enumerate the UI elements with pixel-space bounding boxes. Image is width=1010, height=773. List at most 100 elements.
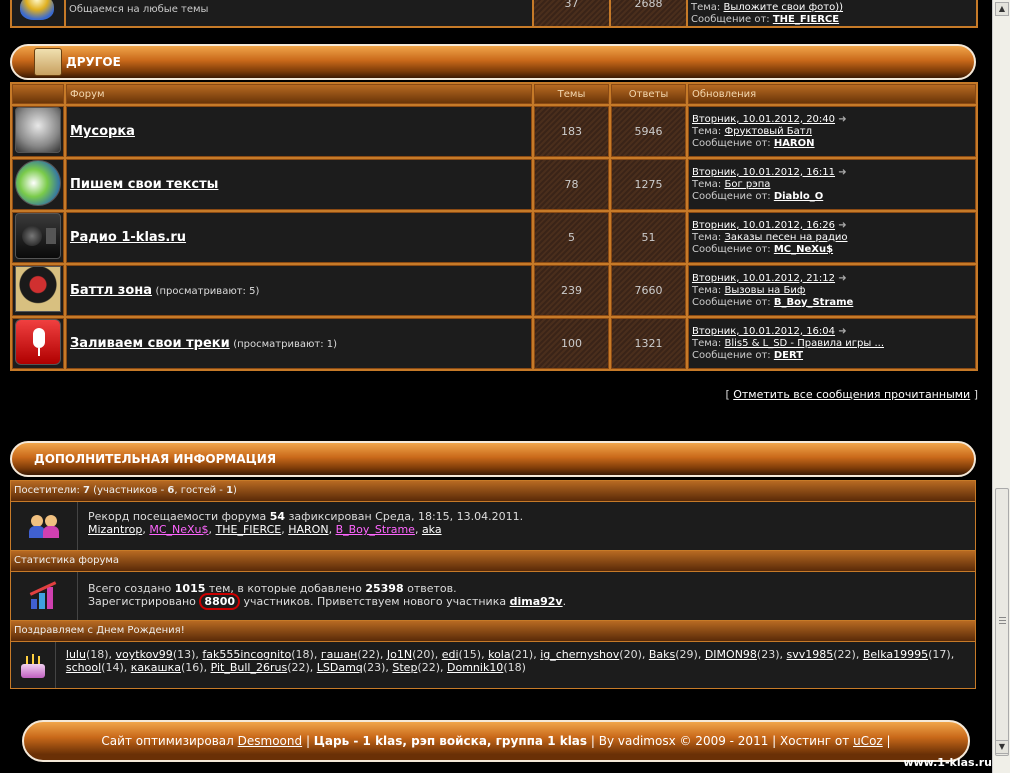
page: Общаемся на любые темы 37 2688 Тема: Выл… <box>0 0 1010 773</box>
mark-read: [ Отметить все сообщения прочитанными ] <box>725 388 978 401</box>
scroll-down-button[interactable]: ▼ <box>995 740 1009 754</box>
mark-all-read-link[interactable]: Отметить все сообщения прочитанными <box>733 388 970 401</box>
forum-name-cell: Радио 1-klas.ru <box>66 212 532 263</box>
go-arrow-icon[interactable]: ➜ <box>838 220 846 231</box>
online-user-link[interactable]: THE_FIERCE <box>216 523 282 536</box>
forum-row: Баттл зона (просматривают: 5) 239 7660 В… <box>12 265 976 316</box>
birthday-user-link[interactable]: Step <box>392 661 417 674</box>
visitors-text-3: ) <box>233 485 237 496</box>
update-date-link[interactable]: Вторник, 10.01.2012, 20:40 <box>692 114 835 125</box>
info-title: ДОПОЛНИТЕЛЬНАЯ ИНФОРМАЦИЯ <box>34 452 277 466</box>
topics-count: 239 <box>534 265 609 316</box>
birthday-user-link[interactable]: Jo1N <box>387 648 412 661</box>
online-user-link[interactable]: B_Boy_Strame <box>336 523 415 536</box>
update-author-link[interactable]: THE_FIERCE <box>773 14 839 25</box>
birthday-user-link[interactable]: Domnik10 <box>447 661 503 674</box>
update-cell: Вторник, 10.01.2012, 21:12 ➜ Тема: Вызов… <box>688 265 976 316</box>
scroll-up-button[interactable]: ▲ <box>995 2 1009 16</box>
forum-row: Пишем свои тексты 78 1275 Вторник, 10.01… <box>12 159 976 210</box>
topics-count: 100 <box>534 318 609 369</box>
birthday-age: (14), <box>101 661 131 674</box>
go-arrow-icon[interactable]: ➜ <box>838 114 846 125</box>
birthday-user-link[interactable]: ig_chernyshov <box>540 648 619 661</box>
update-author-link[interactable]: HARON <box>774 138 815 149</box>
forum-link[interactable]: Пишем свои тексты <box>70 177 218 192</box>
online-user-link[interactable]: HARON <box>288 523 328 536</box>
watching-count: (просматривают: 1) <box>233 339 338 350</box>
online-users: Mizantrop, MC_NeXu$, THE_FIERCE, HARON, … <box>88 523 523 536</box>
birthday-user-link[interactable]: lulu <box>66 648 86 661</box>
users-icon-cell <box>11 502 78 550</box>
birthday-user-link[interactable]: Belka19995 <box>863 648 928 661</box>
birthday-user-link[interactable]: Pit_Bull_26rus <box>211 661 288 674</box>
birthday-user-link[interactable]: DIMON98 <box>705 648 757 661</box>
footer-author-link[interactable]: Desmoond <box>238 734 302 748</box>
footer-bold: Царь - 1 klas, рэп войска, группа 1 klas <box>313 734 588 748</box>
go-arrow-icon[interactable]: ➜ <box>838 167 846 178</box>
update-author-link[interactable]: MC_NeXu$ <box>774 244 833 255</box>
birthday-user-link[interactable]: kola <box>488 648 511 661</box>
new-member-link[interactable]: dima92v <box>510 595 563 608</box>
birthday-age: (29), <box>675 648 705 661</box>
visitors-text-block: Рекорд посещаемости форума 54 зафиксиров… <box>78 502 533 550</box>
vertical-scrollbar[interactable]: ▲ ▼ <box>992 0 1010 773</box>
author-label: Сообщение от: <box>692 243 774 255</box>
update-topic-link[interactable]: Выложите свои фото)) <box>723 2 843 13</box>
update-topic-link[interactable]: Фруктовый Батл <box>724 126 812 137</box>
record-text: Рекорд посещаемости форума <box>88 510 270 523</box>
birthday-user-link[interactable]: Baks <box>649 648 675 661</box>
update-topic-link[interactable]: Бог рэпа <box>724 179 770 190</box>
topics-count: 5 <box>534 212 609 263</box>
visitors-text: (участников - <box>90 485 168 496</box>
birthday-row: lulu(18), voytkov99(13), fak555incognito… <box>11 642 975 688</box>
separator: , <box>208 523 216 536</box>
birthday-age: (22), <box>287 661 317 674</box>
stats-row: Всего создано 1015 тем, в которые добавл… <box>11 572 975 620</box>
go-arrow-icon[interactable]: ➜ <box>838 273 846 284</box>
go-arrow-icon[interactable]: ➜ <box>838 326 846 337</box>
update-topic-link[interactable]: Вызовы на Биф <box>724 285 805 296</box>
forum-link[interactable]: Баттл зона <box>70 283 152 298</box>
birthday-age: (22), <box>417 661 447 674</box>
topics-count: 37 <box>534 0 609 26</box>
update-date-link[interactable]: Вторник, 10.01.2012, 16:04 <box>692 326 835 337</box>
update-topic-link[interactable]: Заказы песен на радио <box>724 232 847 243</box>
birthday-user-link[interactable]: LSDamq <box>317 661 363 674</box>
forum-icon-cell <box>12 106 64 157</box>
birthday-age: (23), <box>362 661 393 674</box>
header-icon-col <box>12 84 64 104</box>
update-date-link[interactable]: Вторник, 10.01.2012, 16:11 <box>692 167 835 178</box>
top-partial-row: Общаемся на любые темы 37 2688 Тема: Выл… <box>10 0 978 28</box>
scroll-thumb[interactable] <box>995 488 1009 756</box>
separator: , <box>414 523 422 536</box>
forum-link[interactable]: Мусорка <box>70 124 135 139</box>
update-author-link[interactable]: Diablo_O <box>774 191 823 202</box>
trash-bin-icon <box>15 107 61 153</box>
guests-count: 1 <box>226 485 234 496</box>
birthday-age: (18) <box>503 661 526 674</box>
birthday-user-link[interactable]: fak555incognito <box>202 648 291 661</box>
update-author-link[interactable]: B_Boy_Strame <box>774 297 854 308</box>
online-user-link[interactable]: Mizantrop <box>88 523 142 536</box>
footer-ucoz-link[interactable]: uCoz <box>853 734 883 748</box>
birthday-user-link[interactable]: edi <box>442 648 459 661</box>
birthday-icon-cell <box>11 642 56 688</box>
forum-link[interactable]: Заливаем свои треки <box>70 336 230 351</box>
header-replies: Ответы <box>611 84 686 104</box>
forum-link[interactable]: Радио 1-klas.ru <box>70 230 186 245</box>
online-user-link[interactable]: MC_NeXu$ <box>149 523 208 536</box>
update-date-link[interactable]: Вторник, 10.01.2012, 21:12 <box>692 273 835 284</box>
created-line: Всего создано 1015 тем, в которые добавл… <box>88 582 566 595</box>
birthday-user-link[interactable]: school <box>66 661 101 674</box>
birthday-user-link[interactable]: какашка <box>131 661 181 674</box>
update-date-link[interactable]: Вторник, 10.01.2012, 16:26 <box>692 220 835 231</box>
birthday-user-link[interactable]: гашан <box>321 648 358 661</box>
update-author-link[interactable]: DERT <box>774 350 803 361</box>
update-topic-link[interactable]: Blis5 & L_SD - Правила игры ... <box>724 338 884 349</box>
author-label: Сообщение от: <box>692 349 774 361</box>
birthday-user-link[interactable]: svv1985 <box>787 648 834 661</box>
birthday-age: (20), <box>619 648 649 661</box>
registered-count: 8800 <box>199 593 241 610</box>
birthday-user-link[interactable]: voytkov99 <box>116 648 173 661</box>
online-user-link[interactable]: aka <box>422 523 442 536</box>
